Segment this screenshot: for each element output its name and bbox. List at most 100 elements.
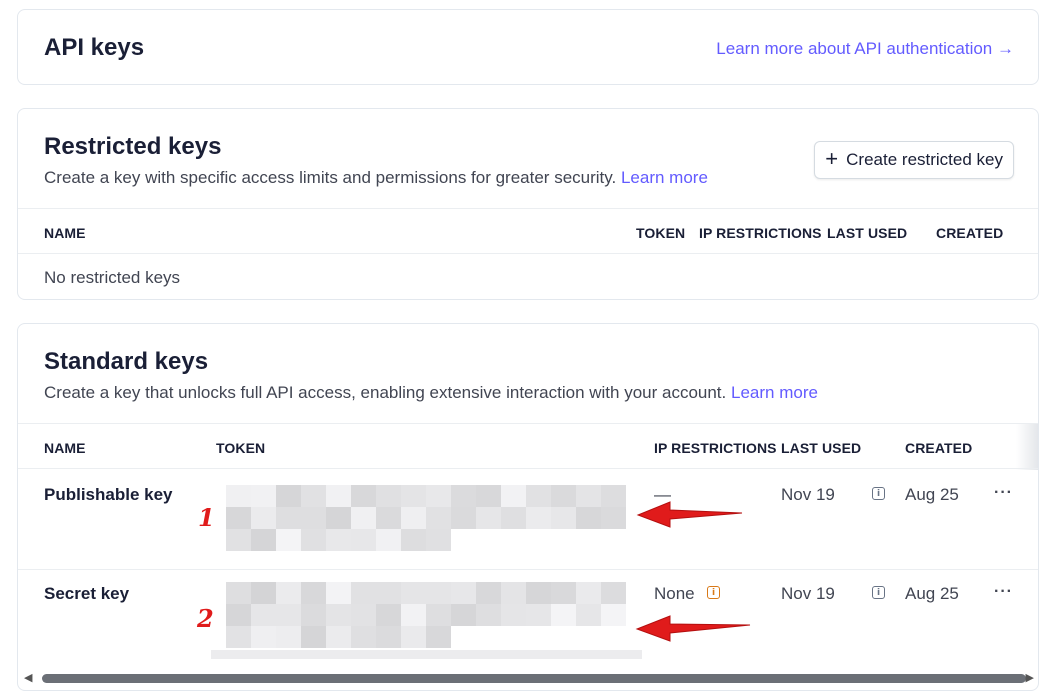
redaction-pixel <box>351 507 376 529</box>
redaction-pixel <box>476 507 501 529</box>
redaction-pixel <box>551 507 576 529</box>
plus-icon: + <box>825 146 839 171</box>
restricted-keys-title: Restricted keys <box>44 133 222 160</box>
divider <box>18 423 1038 424</box>
scroll-left-arrow-icon[interactable]: ◀ <box>24 671 32 684</box>
col-header-token[interactable]: TOKEN <box>636 225 685 241</box>
redaction-pixel <box>476 485 501 507</box>
redaction-pixel <box>426 582 451 604</box>
redaction-pixel <box>326 582 351 604</box>
redaction-pixel <box>226 626 251 648</box>
redaction-pixel <box>576 582 601 604</box>
standard-keys-title: Standard keys <box>44 348 209 375</box>
redaction-pixel <box>476 604 501 626</box>
create-restricted-key-button[interactable]: + Create restricted key <box>814 141 1014 179</box>
col-header-ip-restrictions[interactable]: IP RESTRICTIONS <box>699 225 822 241</box>
col-header-created[interactable]: CREATED <box>905 440 972 456</box>
key-name[interactable]: Publishable key <box>44 485 173 505</box>
col-header-last-used[interactable]: LAST USED <box>781 440 861 456</box>
redaction-pixel <box>401 604 426 626</box>
restricted-learn-more-link[interactable]: Learn more <box>621 168 708 187</box>
redacted-token-strip <box>211 650 642 659</box>
horizontal-scrollbar[interactable]: ◀ ▶ <box>22 670 1036 686</box>
info-icon[interactable]: i <box>872 487 885 500</box>
scrollbar-thumb[interactable] <box>42 674 1026 683</box>
create-restricted-key-label: Create restricted key <box>846 150 1003 169</box>
redaction-pixel <box>351 582 376 604</box>
scroll-fade <box>1016 424 1038 470</box>
info-icon[interactable]: i <box>872 586 885 599</box>
redaction-pixel <box>251 626 276 648</box>
redaction-pixel <box>251 582 276 604</box>
redaction-pixel <box>401 507 426 529</box>
more-actions-button[interactable]: ··· <box>994 484 1013 502</box>
standard-keys-card: Standard keys Create a key that unlocks … <box>17 323 1039 691</box>
redaction-pixel <box>526 582 551 604</box>
redaction-pixel <box>601 485 626 507</box>
redaction-pixel <box>601 582 626 604</box>
redaction-pixel <box>501 507 526 529</box>
annotation-number-1: 1 <box>198 503 215 532</box>
col-header-name[interactable]: NAME <box>44 440 86 456</box>
warning-info-icon[interactable]: i <box>707 586 720 599</box>
restricted-keys-card: Restricted keys Create a key with specif… <box>17 108 1039 300</box>
redaction-pixel <box>576 604 601 626</box>
redaction-pixel <box>401 582 426 604</box>
redaction-pixel <box>426 626 451 648</box>
redaction-pixel <box>376 507 401 529</box>
redaction-pixel <box>301 582 326 604</box>
divider <box>18 208 1038 209</box>
redaction-pixel <box>576 507 601 529</box>
redaction-pixel <box>301 485 326 507</box>
redaction-pixel <box>251 529 276 551</box>
redaction-pixel <box>226 507 251 529</box>
divider <box>18 569 1038 570</box>
redaction-pixel <box>376 485 401 507</box>
redaction-pixel <box>251 485 276 507</box>
redaction-pixel <box>226 604 251 626</box>
col-header-ip-restrictions[interactable]: IP RESTRICTIONS <box>654 440 777 456</box>
col-header-token[interactable]: TOKEN <box>216 440 265 456</box>
redaction-pixel <box>226 582 251 604</box>
col-header-created[interactable]: CREATED <box>936 225 1003 241</box>
redaction-pixel <box>276 485 301 507</box>
created-value: Aug 25 <box>905 584 959 603</box>
col-header-last-used[interactable]: LAST USED <box>827 225 907 241</box>
more-actions-button[interactable]: ··· <box>994 583 1013 601</box>
redaction-pixel <box>426 485 451 507</box>
redaction-pixel <box>276 626 301 648</box>
redaction-pixel <box>601 604 626 626</box>
standard-subtitle-text: Create a key that unlocks full API acces… <box>44 383 727 402</box>
redaction-pixel <box>551 604 576 626</box>
redaction-pixel <box>501 604 526 626</box>
redaction-pixel <box>426 604 451 626</box>
learn-more-auth-link[interactable]: Learn more about API authentication → <box>716 39 1014 59</box>
annotation-arrow-1 <box>636 501 743 528</box>
redaction-pixel <box>451 485 476 507</box>
redaction-pixel <box>601 507 626 529</box>
col-header-name[interactable]: NAME <box>44 225 86 241</box>
divider <box>18 468 1038 469</box>
restricted-subtitle-text: Create a key with specific access limits… <box>44 168 617 187</box>
redaction-pixel <box>326 529 351 551</box>
redaction-pixel <box>376 604 401 626</box>
redaction-pixel <box>276 529 301 551</box>
scroll-right-arrow-icon[interactable]: ▶ <box>1026 671 1034 684</box>
redaction-pixel <box>426 507 451 529</box>
redaction-pixel <box>351 626 376 648</box>
redaction-pixel <box>501 582 526 604</box>
redaction-pixel <box>276 507 301 529</box>
ip-restrictions-value: None <box>654 584 695 603</box>
redaction-pixel <box>401 529 426 551</box>
standard-learn-more-link[interactable]: Learn more <box>731 383 818 402</box>
restricted-keys-subtitle: Create a key with specific access limits… <box>44 168 708 188</box>
last-used-value: Nov 19 <box>781 584 835 603</box>
key-name[interactable]: Secret key <box>44 584 129 604</box>
redaction-pixel <box>301 529 326 551</box>
redaction-pixel <box>301 507 326 529</box>
redaction-pixel <box>401 485 426 507</box>
redaction-pixel <box>526 507 551 529</box>
redaction-pixel <box>226 529 251 551</box>
annotation-number-2: 2 <box>197 604 214 633</box>
redaction-pixel <box>326 485 351 507</box>
